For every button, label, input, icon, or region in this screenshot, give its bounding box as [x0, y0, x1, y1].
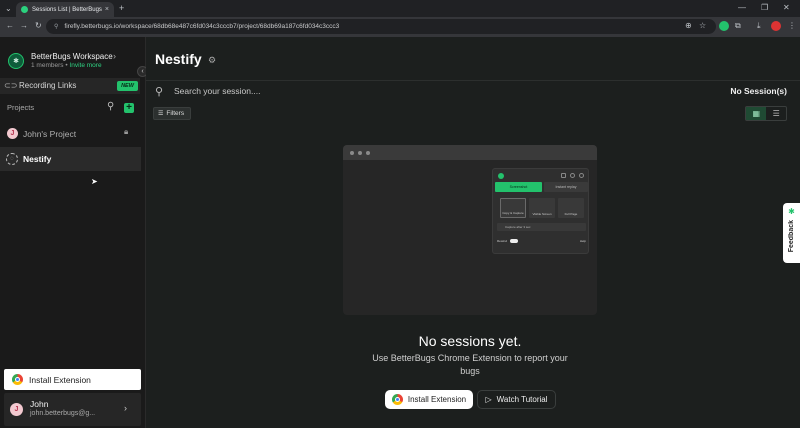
- browser-tab[interactable]: Sessions List | BetterBugs ×: [16, 2, 114, 17]
- window-dot: [358, 151, 362, 155]
- filters-button[interactable]: ☰ Filters: [153, 107, 191, 120]
- chrome-logo-icon: [12, 374, 23, 385]
- workspace-name[interactable]: BetterBugs Workspace: [31, 52, 113, 61]
- empty-state-description: Use BetterBugs Chrome Extension to repor…: [372, 353, 568, 376]
- feedback-label: Feedback: [788, 220, 795, 253]
- project-placeholder-icon: ◌: [6, 153, 18, 165]
- downloads-icon[interactable]: ⤓: [757, 21, 761, 31]
- empty-state-title: No sessions yet.: [418, 333, 522, 349]
- profile-avatar-icon[interactable]: [771, 21, 781, 31]
- project-avatar: J: [7, 128, 18, 139]
- new-tab-icon[interactable]: +: [119, 3, 124, 13]
- feedback-tab[interactable]: ✱ Feedback: [783, 203, 800, 263]
- close-tab-icon[interactable]: ×: [105, 6, 109, 13]
- chrome-logo-icon: [391, 394, 403, 405]
- back-icon[interactable]: ←: [6, 21, 14, 30]
- tab-favicon-icon: [21, 6, 28, 13]
- install-extension-button[interactable]: Install Extension: [4, 369, 141, 390]
- mini-option: Copy & Capture: [500, 198, 526, 218]
- mini-screenshot-tab: Screenshot: [495, 182, 542, 192]
- install-extension-label: Install Extension: [29, 374, 91, 385]
- address-bar[interactable]: ⚲ firefly.betterbugs.io/workspace/68db68…: [46, 19, 716, 34]
- link-icon: ⊂⊃: [4, 81, 18, 90]
- chrome-menu-icon[interactable]: ⋮: [788, 21, 796, 30]
- add-project-button[interactable]: +: [124, 103, 134, 113]
- betterbugs-extension-icon[interactable]: [719, 21, 729, 31]
- install-extension-cta-button[interactable]: Install Extension: [385, 390, 473, 409]
- user-name: John: [30, 399, 49, 409]
- extensions-puzzle-icon[interactable]: ⧉: [735, 21, 741, 31]
- mini-toggle: [510, 239, 519, 243]
- watch-tutorial-button[interactable]: ▷ Watch Tutorial: [477, 390, 556, 409]
- grid-view-icon[interactable]: ▦: [746, 107, 767, 120]
- project-label[interactable]: Nestify: [23, 154, 51, 164]
- project-search-icon[interactable]: ⚲: [107, 101, 114, 112]
- mini-footer: Rewind Help: [497, 237, 586, 245]
- chevron-right-icon[interactable]: ›: [113, 51, 116, 61]
- sidebar-item-nestify[interactable]: [0, 147, 141, 171]
- minimize-icon[interactable]: —: [738, 3, 746, 12]
- site-info-icon[interactable]: ⚲: [54, 23, 58, 30]
- maximize-icon[interactable]: ❐: [761, 3, 768, 12]
- tab-search-icon[interactable]: ⌄: [5, 4, 12, 13]
- mini-option: Full Page: [558, 198, 584, 218]
- cast-icon[interactable]: ⊕: [685, 21, 692, 30]
- session-count: No Session(s): [730, 86, 787, 96]
- window-dot: [366, 151, 370, 155]
- search-input[interactable]: [174, 85, 574, 97]
- mouse-cursor-icon: ➤: [91, 177, 98, 186]
- user-email: john.betterbugs@g...: [30, 410, 96, 417]
- mini-settings-icon: [570, 173, 575, 178]
- search-icon: ⚲: [155, 86, 164, 98]
- page-title: Nestify: [155, 51, 202, 67]
- chevron-right-icon[interactable]: ›: [124, 403, 127, 413]
- watch-tutorial-label: Watch Tutorial: [496, 395, 548, 404]
- play-icon: ▷: [485, 395, 492, 404]
- mini-home-icon: [561, 173, 566, 178]
- new-badge: NEW: [117, 81, 138, 91]
- install-extension-cta-label: Install Extension: [407, 395, 467, 404]
- lock-icon: 🔒︎: [124, 127, 129, 136]
- tab-title: Sessions List | BetterBugs: [32, 6, 102, 13]
- mini-logo-icon: [498, 173, 504, 179]
- mini-rewind-label: Rewind: [497, 239, 508, 243]
- members-count: 1 members: [31, 62, 64, 69]
- window-dot: [350, 151, 354, 155]
- view-toggle: ▦ ☰: [745, 106, 787, 121]
- url-text: firefly.betterbugs.io/workspace/68db68e4…: [64, 23, 340, 30]
- workspace-logo-icon[interactable]: ✱: [8, 53, 24, 69]
- mini-record-tab: Instant replay: [544, 182, 588, 192]
- bookmark-star-icon[interactable]: ☆: [699, 21, 706, 30]
- mini-option: Visible Screen: [529, 198, 555, 218]
- user-avatar: J: [10, 403, 23, 416]
- filters-label: Filters: [166, 110, 185, 117]
- close-window-icon[interactable]: ✕: [783, 3, 790, 12]
- invite-more-link[interactable]: Invite more: [69, 62, 101, 69]
- workspace-members: 1 members • Invite more: [31, 62, 102, 69]
- feedback-logo-icon: ✱: [788, 207, 795, 216]
- filter-icon: ☰: [158, 111, 164, 117]
- illustration-window-bar: [343, 145, 597, 160]
- reload-icon[interactable]: ↻: [35, 21, 42, 30]
- gear-icon[interactable]: ⚙: [208, 55, 216, 66]
- mini-close-icon: [579, 173, 584, 178]
- mini-capture-delay: Capture after 3 sec: [497, 223, 586, 231]
- projects-heading: Projects: [7, 103, 35, 112]
- mini-help-label: Help: [579, 239, 586, 243]
- recording-links-label[interactable]: Recording Links: [19, 81, 76, 90]
- divider: [146, 80, 800, 81]
- members-separator: •: [65, 62, 68, 69]
- list-view-icon[interactable]: ☰: [766, 107, 786, 120]
- project-label[interactable]: John's Project: [23, 129, 76, 139]
- forward-icon[interactable]: →: [20, 21, 28, 30]
